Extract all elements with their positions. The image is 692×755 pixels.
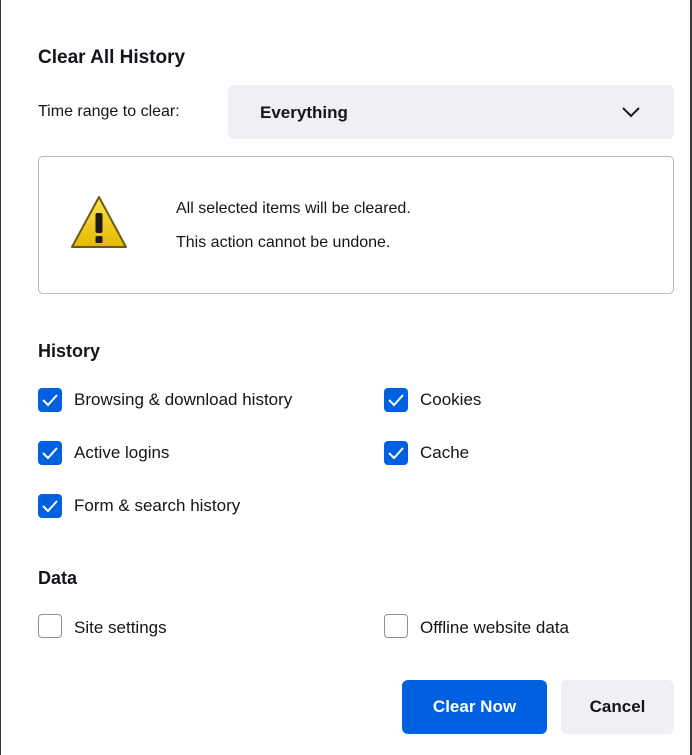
chevron-down-icon	[622, 107, 640, 118]
data-heading: Data	[38, 568, 78, 588]
label-browsing-history[interactable]: Browsing & download history	[74, 390, 292, 410]
cancel-button[interactable]: Cancel	[561, 680, 674, 734]
checkbox-form-search-history[interactable]	[38, 494, 62, 518]
label-active-logins[interactable]: Active logins	[74, 443, 169, 463]
checkbox-active-logins[interactable]	[38, 441, 62, 465]
checkbox-cookies[interactable]	[384, 388, 408, 412]
label-offline-website-data[interactable]: Offline website data	[420, 618, 569, 638]
checkbox-offline-website-data[interactable]	[384, 614, 408, 638]
warning-text-line2: This action cannot be undone.	[176, 234, 391, 251]
window-border-left	[0, 0, 1, 755]
checkmark-icon	[42, 394, 58, 407]
warning-box: All selected items will be cleared. This…	[38, 156, 674, 294]
history-heading: History	[38, 341, 101, 361]
checkmark-icon	[42, 447, 58, 460]
checkmark-icon	[388, 447, 404, 460]
label-cookies[interactable]: Cookies	[420, 390, 481, 410]
checkmark-icon	[388, 394, 404, 407]
checkbox-site-settings[interactable]	[38, 614, 62, 638]
label-form-search-history[interactable]: Form & search history	[74, 496, 240, 516]
checkbox-cache[interactable]	[384, 441, 408, 465]
checkbox-browsing-history[interactable]	[38, 388, 62, 412]
clear-now-button[interactable]: Clear Now	[402, 680, 547, 734]
time-range-label: Time range to clear:	[38, 103, 180, 120]
label-cache[interactable]: Cache	[420, 443, 469, 463]
checkmark-icon	[42, 500, 58, 513]
label-site-settings[interactable]: Site settings	[74, 618, 167, 638]
time-range-value: Everything	[260, 103, 348, 122]
warning-icon	[71, 196, 127, 248]
warning-text-line1: All selected items will be cleared.	[176, 200, 411, 217]
dialog-title: Clear All History	[38, 47, 186, 68]
time-range-select[interactable]: Everything	[228, 85, 674, 139]
